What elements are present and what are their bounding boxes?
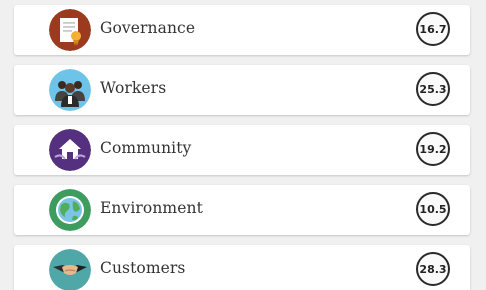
workers-group-icon — [49, 69, 91, 111]
category-row-environment[interactable]: Environment 10.5 — [14, 185, 470, 235]
category-label: Customers — [100, 259, 186, 277]
category-label: Community — [100, 139, 192, 157]
impact-category-list: Governance 16.7 Workers 25.3 Community 1… — [0, 0, 486, 290]
category-label: Environment — [100, 199, 203, 217]
score-badge: 16.7 — [416, 12, 450, 46]
score-badge: 10.5 — [416, 192, 450, 226]
handshake-icon — [49, 249, 91, 290]
category-label: Governance — [100, 19, 196, 37]
category-row-customers[interactable]: Customers 28.3 — [14, 245, 470, 290]
earth-globe-icon — [49, 189, 91, 231]
category-row-workers[interactable]: Workers 25.3 — [14, 65, 470, 115]
category-row-community[interactable]: Community 19.2 — [14, 125, 470, 175]
score-badge: 19.2 — [416, 132, 450, 166]
score-badge: 28.3 — [416, 252, 450, 286]
certificate-icon — [49, 9, 91, 51]
community-house-icon — [49, 129, 91, 171]
score-badge: 25.3 — [416, 72, 450, 106]
category-row-governance[interactable]: Governance 16.7 — [14, 5, 470, 55]
category-label: Workers — [100, 79, 167, 97]
